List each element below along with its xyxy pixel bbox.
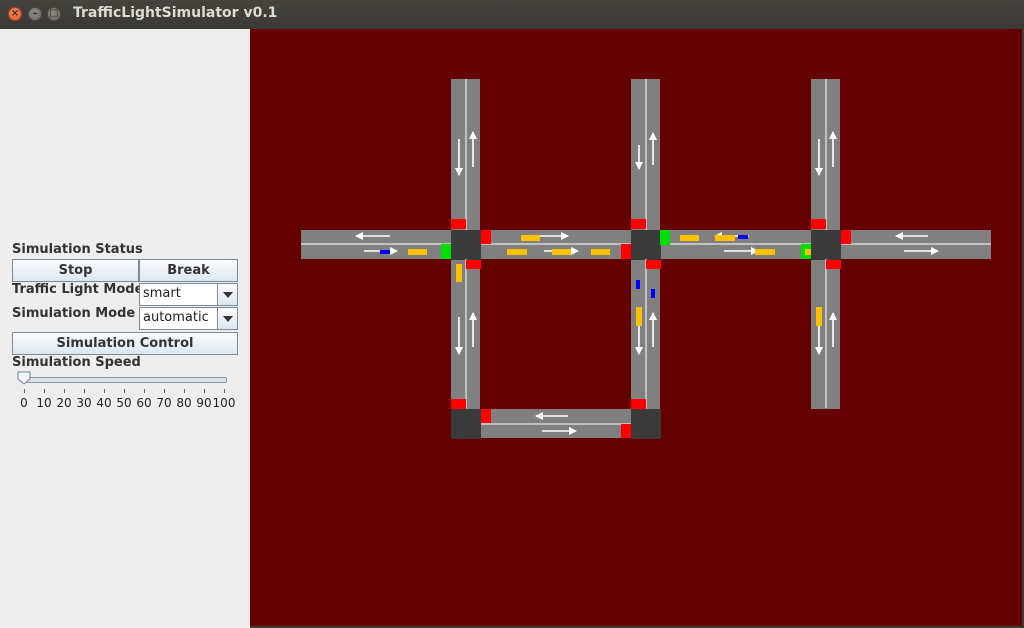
vehicle [521, 235, 540, 241]
traffic-light [621, 244, 631, 259]
intersection [451, 409, 481, 439]
vehicle [715, 235, 735, 241]
slider-tick [144, 389, 145, 393]
vehicle [408, 249, 427, 255]
vehicle [636, 307, 642, 326]
slider-tick-label: 40 [96, 396, 112, 410]
vehicle [816, 307, 822, 326]
traffic-light [811, 219, 826, 229]
window-title: TrafficLightSimulator v0.1 [73, 5, 278, 21]
slider-tick-label: 0 [20, 396, 28, 410]
vehicle [456, 264, 462, 282]
road-network [301, 79, 991, 439]
vehicle [738, 235, 748, 239]
intersection [451, 230, 481, 260]
slider-tick [104, 389, 105, 393]
simulation-mode-label: Simulation Mode [12, 306, 136, 321]
break-button[interactable]: Break [139, 259, 238, 282]
slider-tick-label: 10 [36, 396, 52, 410]
minimize-icon: – [32, 8, 38, 19]
vehicle [805, 249, 811, 255]
stop-button[interactable]: Stop [12, 259, 139, 282]
simulation-mode-value: automatic [143, 310, 209, 325]
slider-tick [24, 389, 25, 393]
traffic-light [466, 260, 481, 269]
slider-tick-label: 60 [136, 396, 152, 410]
slider-tick [84, 389, 85, 393]
slider-tick-label: 50 [116, 396, 132, 410]
simulation-control-button[interactable]: Simulation Control [12, 332, 238, 355]
traffic-light [841, 230, 851, 244]
speed-slider-thumb[interactable] [17, 371, 31, 385]
vehicle [552, 249, 571, 255]
slider-tick [204, 389, 205, 393]
slider-tick-label: 100 [212, 396, 236, 410]
maximize-icon: □ [49, 8, 59, 19]
vehicle [651, 289, 655, 298]
vehicle [380, 250, 390, 254]
intersection [631, 230, 661, 260]
vehicle [755, 249, 775, 255]
slider-tick-label: 90 [196, 396, 212, 410]
simulation-status-label: Simulation Status [12, 242, 143, 257]
vehicle [680, 235, 699, 241]
traffic-light [660, 230, 670, 245]
traffic-light [481, 230, 491, 244]
intersection [631, 409, 661, 439]
slider-tick [124, 389, 125, 393]
slider-tick [184, 389, 185, 393]
chevron-down-icon[interactable] [217, 284, 237, 305]
vehicle [591, 249, 610, 255]
simulation-speed-label: Simulation Speed [12, 355, 141, 370]
vehicle [636, 280, 640, 289]
traffic-light [451, 399, 466, 409]
traffic-light-mode-select[interactable]: smart [139, 283, 238, 306]
slider-tick [224, 389, 225, 393]
traffic-light [631, 399, 646, 409]
close-button[interactable]: × [8, 7, 22, 21]
chevron-down-icon[interactable] [217, 308, 237, 329]
close-icon: × [10, 8, 20, 19]
title-bar: × – □ TrafficLightSimulator v0.1 [0, 0, 1024, 29]
simulation-map[interactable] [250, 29, 1022, 626]
speed-slider-track[interactable] [22, 377, 227, 383]
vehicle [507, 249, 527, 255]
maximize-button[interactable]: □ [47, 7, 61, 21]
traffic-light-mode-label: Traffic Light Mode [12, 282, 144, 297]
control-panel: Simulation Status Stop Break Traffic Lig… [0, 29, 250, 628]
slider-tick [44, 389, 45, 393]
traffic-light [631, 219, 646, 229]
slider-tick-label: 80 [176, 396, 192, 410]
simulation-mode-select[interactable]: automatic [139, 307, 238, 330]
slider-tick [64, 389, 65, 393]
intersection [811, 230, 841, 260]
slider-tick-label: 70 [156, 396, 172, 410]
slider-tick-label: 20 [56, 396, 72, 410]
traffic-light [441, 244, 451, 259]
minimize-button[interactable]: – [28, 7, 42, 21]
traffic-light [826, 260, 841, 269]
traffic-light [621, 424, 631, 438]
traffic-light [646, 260, 661, 269]
slider-tick-label: 30 [76, 396, 92, 410]
slider-tick [164, 389, 165, 393]
traffic-light [481, 409, 491, 423]
traffic-light [451, 219, 466, 229]
traffic-light-mode-value: smart [143, 286, 181, 301]
